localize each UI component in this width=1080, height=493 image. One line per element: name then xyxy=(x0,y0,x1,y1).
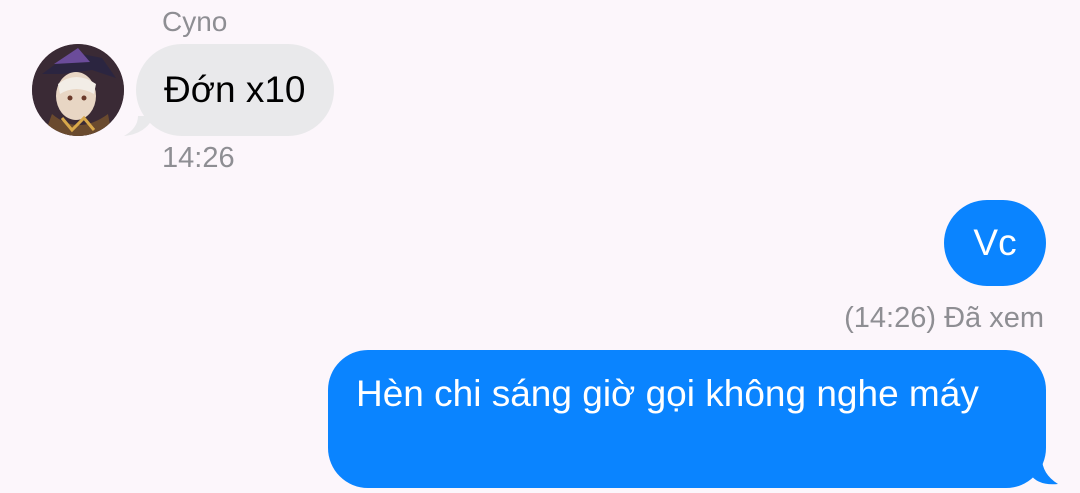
incoming-message-time: 14:26 xyxy=(162,142,235,174)
outgoing-bubble-tail xyxy=(1030,458,1058,485)
outgoing-message-text: Hèn chi sáng giờ gọi không nghe máy xyxy=(356,373,979,414)
incoming-message-bubble[interactable]: Đớn x10 xyxy=(136,44,334,136)
sender-name: Cyno xyxy=(162,6,228,37)
read-receipt: (14:26) Đã xem xyxy=(844,302,1044,334)
incoming-message-text: Đớn x10 xyxy=(164,69,306,110)
outgoing-message-text: Vc xyxy=(973,222,1017,263)
incoming-bubble-tail xyxy=(124,116,154,136)
user-avatar-icon[interactable] xyxy=(32,44,124,136)
outgoing-message-bubble[interactable]: Hèn chi sáng giờ gọi không nghe máy xyxy=(328,350,1046,488)
avatar-illustration xyxy=(32,44,124,136)
outgoing-message-bubble[interactable]: Vc xyxy=(944,200,1046,286)
